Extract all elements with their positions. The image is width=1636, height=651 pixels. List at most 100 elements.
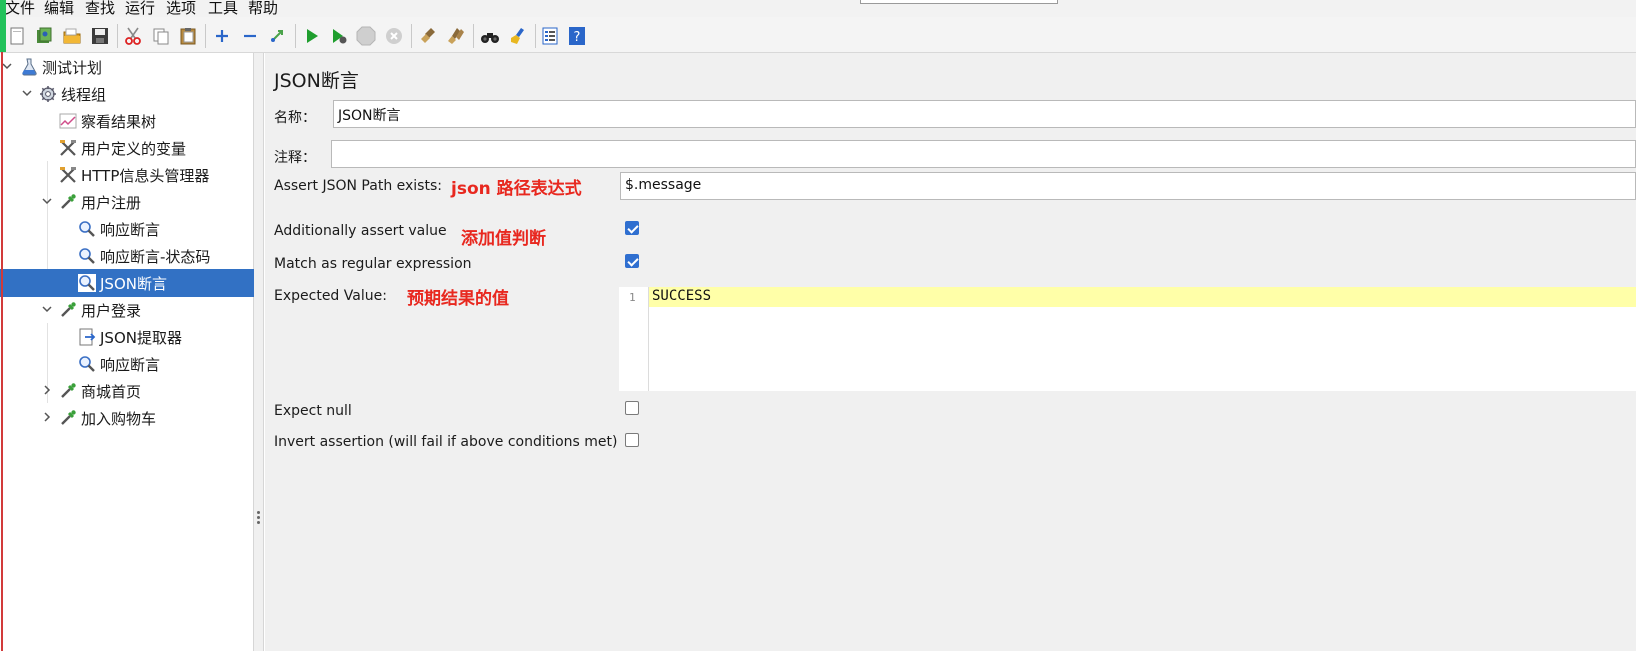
config-tools-icon: [60, 140, 76, 156]
tree-node-user-register[interactable]: 用户注册: [0, 188, 254, 216]
menu-options[interactable]: 选项: [166, 0, 196, 17]
tree-node-response-assertion-2[interactable]: 响应断言: [0, 350, 254, 378]
tree-node-json-assertion[interactable]: JSON断言: [0, 269, 254, 297]
menu-help[interactable]: 帮助: [248, 0, 278, 17]
tree-node-label: 响应断言-状态码: [100, 248, 211, 266]
chevron-right-icon[interactable]: [40, 410, 54, 424]
json-path-annotation: json 路径表达式: [451, 179, 582, 199]
sampler-pipette-icon: [61, 302, 76, 317]
toolbar-separator: [535, 24, 536, 48]
toggle-icon[interactable]: [268, 26, 288, 46]
tree-node-label: 线程组: [61, 86, 107, 104]
shutdown-icon[interactable]: [384, 26, 404, 46]
tree-node-test-plan[interactable]: 测试计划: [0, 53, 254, 81]
comment-field[interactable]: [331, 140, 1636, 168]
menu-tools[interactable]: 工具: [208, 0, 238, 17]
post-processor-icon: [79, 328, 96, 346]
clear-icon[interactable]: [418, 26, 438, 46]
expected-value-text: SUCCESS: [652, 288, 712, 304]
name-label: 名称：: [274, 110, 316, 126]
help-icon[interactable]: ?: [567, 26, 587, 46]
tree-node-add-to-cart[interactable]: 加入购物车: [0, 404, 254, 432]
regex-checkbox[interactable]: [625, 254, 639, 268]
function-helper-icon[interactable]: [540, 26, 560, 46]
assertion-magnifier-icon: [79, 221, 95, 237]
svg-text:?: ?: [574, 30, 581, 45]
save-icon[interactable]: [90, 26, 110, 46]
chevron-down-icon[interactable]: [40, 302, 54, 316]
assert-value-checkbox[interactable]: [625, 221, 639, 235]
start-icon[interactable]: [302, 26, 322, 46]
invert-assertion-checkbox[interactable]: [625, 433, 639, 447]
assert-value-annotation: 添加值判断: [461, 229, 546, 249]
json-assertion-panel: JSON断言 名称： JSON断言 注释： Assert JSON Path e…: [265, 53, 1636, 651]
paste-icon[interactable]: [178, 26, 198, 46]
open-icon[interactable]: [62, 26, 82, 46]
tree-node-response-assertion[interactable]: 响应断言: [0, 215, 254, 243]
menu-file[interactable]: 文件: [5, 0, 35, 17]
clear-all-icon[interactable]: [446, 26, 466, 46]
config-tools-icon: [60, 167, 76, 183]
gear-icon: [40, 86, 56, 102]
toolbar: ?: [0, 17, 1636, 53]
invert-assertion-label: Invert assertion (will fail if above con…: [274, 434, 618, 450]
start-no-pause-icon[interactable]: [329, 26, 349, 46]
regex-label: Match as regular expression: [274, 256, 472, 272]
assertion-magnifier-icon: [79, 248, 95, 264]
menu-run[interactable]: 运行: [125, 0, 155, 17]
menu-edit[interactable]: 编辑: [44, 0, 74, 17]
tree-node-label: 用户注册: [81, 194, 142, 212]
menu-search[interactable]: 查找: [85, 0, 115, 17]
menu-bar: 文件 编辑 查找 运行 选项 工具 帮助: [0, 0, 1636, 17]
stop-icon[interactable]: [356, 26, 376, 46]
expect-null-checkbox[interactable]: [625, 401, 639, 415]
tree-node-response-assertion-status[interactable]: 响应断言-状态码: [0, 242, 254, 270]
chevron-down-icon[interactable]: [40, 194, 54, 208]
expected-value-editor[interactable]: 1 SUCCESS: [619, 287, 1636, 391]
tree-node-thread-group[interactable]: 线程组: [0, 80, 254, 108]
assertion-magnifier-icon: [78, 274, 96, 292]
name-field[interactable]: JSON断言: [333, 100, 1636, 128]
tree-node-mall-home[interactable]: 商城首页: [0, 377, 254, 405]
chevron-right-icon[interactable]: [40, 383, 54, 397]
tree-node-user-login[interactable]: 用户登录: [0, 296, 254, 324]
chevron-down-icon[interactable]: [20, 86, 34, 100]
tree-node-view-results-tree[interactable]: 察看结果树: [0, 107, 254, 135]
splitter-grip-dot: [257, 516, 260, 519]
tree-node-user-defined-variables[interactable]: 用户定义的变量: [0, 134, 254, 162]
expected-value-label: Expected Value:: [274, 288, 387, 304]
test-plan-tree: 测试计划 线程组 察看结果树 用户定义的变量 HTTP信息头管理器 用户注册 响…: [0, 53, 254, 651]
window-accent-bar: [0, 0, 6, 52]
tree-node-label: 响应断言: [100, 356, 161, 374]
tree-node-label: 测试计划: [42, 59, 103, 77]
collapse-icon[interactable]: [240, 26, 260, 46]
red-edge-line: [1, 52, 3, 651]
toolbar-separator: [411, 24, 412, 48]
cut-icon[interactable]: [123, 26, 143, 46]
panel-splitter[interactable]: [254, 53, 264, 651]
json-path-label: Assert JSON Path exists:: [274, 178, 442, 194]
current-line-highlight: SUCCESS: [649, 287, 1636, 307]
tree-node-label: 用户登录: [81, 302, 142, 320]
toolbar-separator: [295, 24, 296, 48]
tree-node-label: 商城首页: [81, 383, 142, 401]
tree-node-label: HTTP信息头管理器: [81, 167, 210, 185]
tree-node-http-header-manager[interactable]: HTTP信息头管理器: [0, 161, 254, 189]
sampler-pipette-icon: [61, 410, 76, 425]
panel-title: JSON断言: [274, 70, 359, 92]
popup-window-edge: [860, 0, 1058, 4]
assertion-magnifier-icon: [79, 356, 95, 372]
toolbar-separator: [205, 24, 206, 48]
tree-node-json-extractor[interactable]: JSON提取器: [0, 323, 254, 351]
search-icon[interactable]: [480, 26, 500, 46]
toolbar-separator: [473, 24, 474, 48]
expand-icon[interactable]: [212, 26, 232, 46]
templates-icon[interactable]: [34, 26, 54, 46]
new-icon[interactable]: [7, 26, 27, 46]
copy-icon[interactable]: [151, 26, 171, 46]
tree-node-label: 察看结果树: [81, 113, 157, 131]
json-path-field[interactable]: $.message: [620, 172, 1636, 200]
expect-null-label: Expect null: [274, 403, 352, 419]
reset-search-icon[interactable]: [508, 26, 528, 46]
expected-value-annotation: 预期结果的值: [407, 289, 509, 309]
